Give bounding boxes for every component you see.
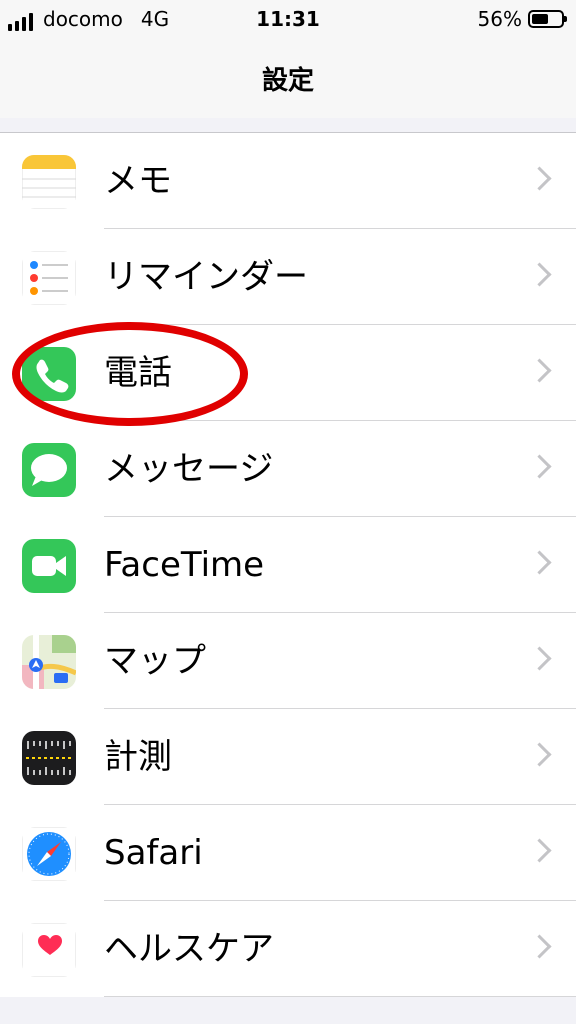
chevron-right-icon: [527, 454, 552, 479]
settings-row-health[interactable]: ヘルスケア: [0, 901, 576, 997]
settings-row-messages[interactable]: メッセージ: [0, 421, 576, 517]
reminders-icon: [22, 251, 76, 305]
list-top-gap: [0, 118, 576, 133]
page-title: 設定: [261, 66, 314, 96]
settings-row-reminders[interactable]: リマインダー: [0, 229, 576, 325]
settings-row-label: 計測: [104, 737, 172, 777]
battery-group: 56%: [477, 7, 567, 31]
settings-row-measure[interactable]: 計測: [0, 709, 576, 805]
settings-row-notes[interactable]: メモ: [0, 133, 576, 229]
chevron-right-icon: [527, 358, 552, 383]
settings-row-label: マップ: [104, 641, 206, 681]
navigation-bar: 設定: [0, 40, 576, 119]
settings-row-safari[interactable]: Safari: [0, 805, 576, 901]
settings-row-maps[interactable]: マップ: [0, 613, 576, 709]
settings-row-label: FaceTime: [104, 545, 265, 585]
maps-icon: [22, 635, 76, 689]
safari-icon: [22, 827, 76, 881]
chevron-right-icon: [527, 742, 552, 767]
chevron-right-icon: [527, 838, 552, 863]
chevron-right-icon: [527, 646, 552, 671]
chevron-right-icon: [527, 934, 552, 959]
health-icon: [22, 923, 76, 977]
chevron-right-icon: [527, 166, 552, 191]
settings-row-label: メッセージ: [104, 449, 274, 489]
settings-row-label: ヘルスケア: [104, 929, 274, 969]
battery-icon: [528, 10, 567, 28]
settings-row-label: 電話: [104, 353, 172, 393]
messages-icon: [22, 443, 76, 497]
settings-row-facetime[interactable]: FaceTime: [0, 517, 576, 613]
notes-icon: [22, 155, 76, 209]
settings-row-label: メモ: [104, 161, 172, 201]
chevron-right-icon: [527, 262, 552, 287]
settings-row-phone[interactable]: 電話: [0, 325, 576, 421]
phone-icon: [22, 347, 76, 401]
settings-row-label: リマインダー: [104, 257, 308, 297]
battery-percent: 56%: [477, 7, 522, 31]
chevron-right-icon: [527, 550, 552, 575]
settings-list[interactable]: メモ リマインダー 電話 メッセージ FaceTime マップ 計測 Safar…: [0, 118, 576, 1024]
measure-icon: [22, 731, 76, 785]
settings-row-label: Safari: [104, 833, 203, 873]
status-bar: docomo 4G 11:31 56%: [0, 0, 576, 40]
facetime-icon: [22, 539, 76, 593]
